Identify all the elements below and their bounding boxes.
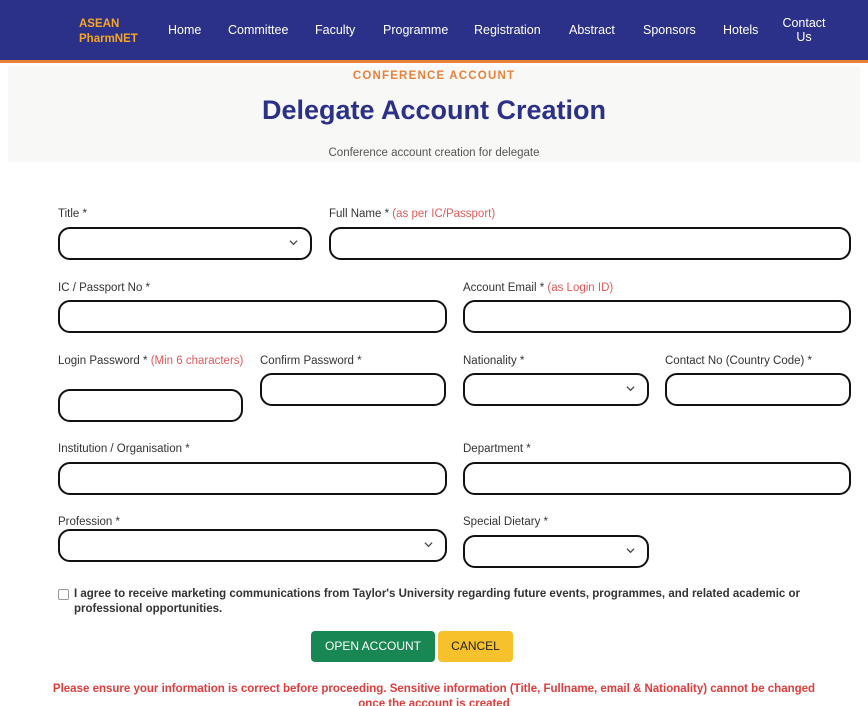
nav-link-home[interactable]: Home — [168, 23, 201, 38]
top-navbar: ASEAN PharmNET Home Committee Faculty Pr… — [0, 0, 868, 63]
hero-kicker: CONFERENCE ACCOUNT — [352, 70, 516, 82]
marketing-consent-checkbox[interactable] — [58, 589, 69, 600]
department-label: Department * — [463, 443, 531, 455]
login-password-label: Login Password * (Min 6 characters) — [58, 355, 244, 367]
login-password-input[interactable] — [60, 391, 241, 420]
nav-link-registration[interactable]: Registration — [474, 23, 541, 38]
account-email-input[interactable] — [465, 302, 849, 331]
nav-link-hotels[interactable]: Hotels — [723, 23, 758, 38]
login-password-field[interactable] — [58, 389, 243, 422]
brand-line-2: PharmNET — [79, 33, 138, 45]
confirm-password-label: Confirm Password * — [260, 355, 362, 367]
chevron-down-icon — [626, 384, 635, 393]
institution-field[interactable] — [58, 462, 447, 495]
brand-line-1: ASEAN — [79, 18, 120, 30]
nav-link-faculty[interactable]: Faculty — [315, 23, 355, 38]
page-title: Delegate Account Creation — [261, 95, 607, 125]
contact-no-field[interactable] — [665, 373, 851, 406]
page-subtitle: Conference account creation for delegate — [328, 147, 540, 159]
chevron-down-icon — [289, 238, 298, 247]
nav-link-abstract[interactable]: Abstract — [569, 23, 615, 38]
institution-input[interactable] — [60, 464, 445, 493]
login-password-hint: (Min 6 characters) — [150, 355, 244, 367]
account-email-field[interactable] — [463, 300, 851, 333]
full-name-label: Full Name * (as per IC/Passport) — [329, 208, 496, 220]
full-name-hint: (as per IC/Passport) — [392, 208, 496, 220]
nav-link-committee[interactable]: Committee — [228, 23, 288, 38]
account-email-hint: (as Login ID) — [547, 282, 614, 294]
nationality-select[interactable] — [463, 373, 649, 406]
department-field[interactable] — [463, 462, 851, 495]
ic-passport-input[interactable] — [60, 302, 445, 331]
chevron-down-icon — [626, 546, 635, 555]
special-dietary-select[interactable] — [463, 535, 649, 568]
full-name-input[interactable] — [331, 229, 849, 258]
confirm-password-field[interactable] — [260, 373, 446, 406]
full-name-field[interactable] — [329, 227, 851, 260]
title-select-value[interactable] — [60, 229, 310, 258]
open-account-button[interactable]: OPEN ACCOUNT — [311, 631, 435, 662]
special-dietary-select-value[interactable] — [465, 537, 647, 566]
confirm-password-input[interactable] — [262, 375, 444, 404]
ic-passport-label: IC / Passport No * — [58, 282, 151, 294]
contact-no-label: Contact No (Country Code) * — [665, 355, 813, 367]
account-email-label: Account Email * (as Login ID) — [463, 282, 614, 294]
nav-link-sponsors[interactable]: Sponsors — [643, 23, 696, 38]
marketing-consent-text: I agree to receive marketing communicati… — [74, 588, 800, 615]
nav-link-programme[interactable]: Programme — [383, 23, 448, 38]
department-input[interactable] — [465, 464, 849, 493]
title-label: Title * — [58, 208, 87, 220]
brand-logo[interactable]: ASEAN PharmNET — [79, 17, 149, 47]
cancel-button[interactable]: CANCEL — [438, 631, 513, 662]
nationality-label: Nationality * — [463, 355, 525, 367]
contact-no-input[interactable] — [667, 375, 849, 404]
institution-label: Institution / Organisation * — [58, 443, 190, 455]
title-select[interactable] — [58, 227, 312, 260]
special-dietary-label: Special Dietary * — [463, 516, 549, 528]
profession-select[interactable] — [58, 529, 447, 562]
nationality-select-value[interactable] — [465, 375, 647, 404]
ic-passport-field[interactable] — [58, 300, 447, 333]
profession-select-value[interactable] — [60, 531, 445, 560]
nav-link-contact-us[interactable]: Contact Us — [780, 16, 828, 44]
chevron-down-icon — [424, 540, 433, 549]
profession-label: Profession * — [58, 516, 121, 528]
sensitive-info-warning: Please ensure your information is correc… — [52, 683, 816, 706]
